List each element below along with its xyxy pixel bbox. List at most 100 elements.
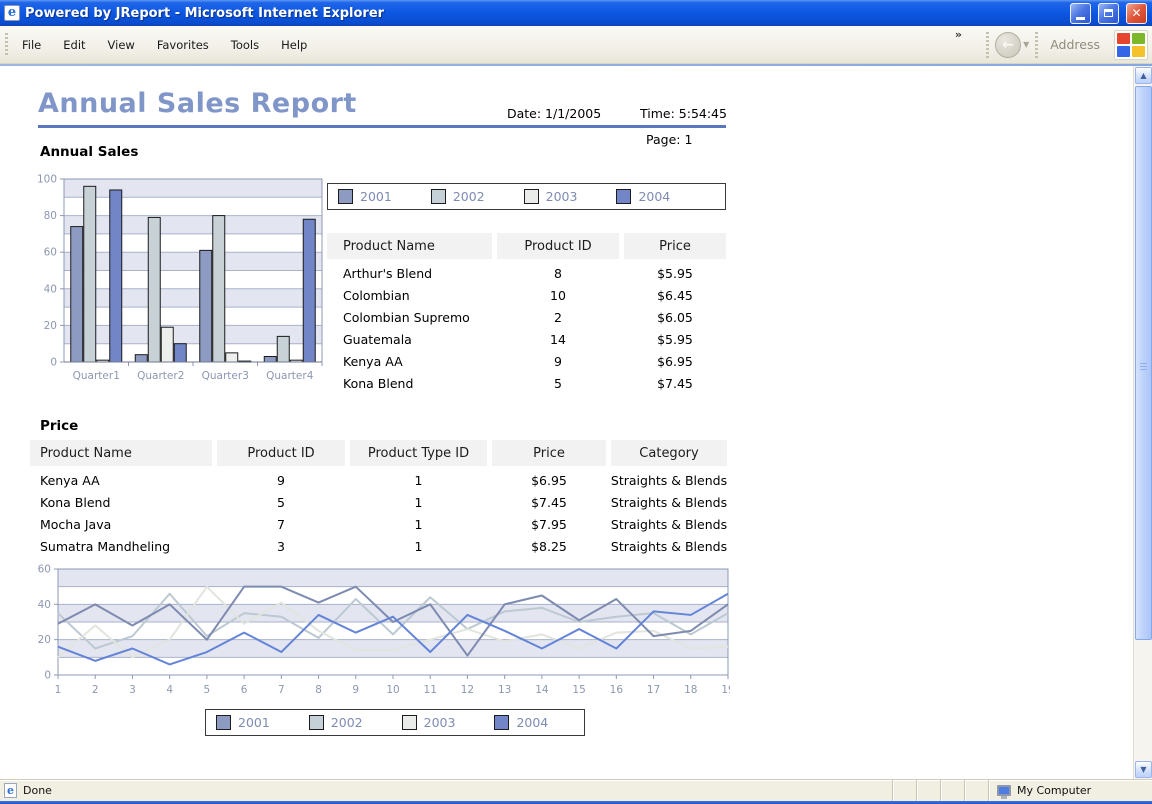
svg-text:40: 40 bbox=[44, 283, 57, 295]
scrollbar-thumb[interactable] bbox=[1135, 86, 1152, 640]
toolbar-separator bbox=[1035, 32, 1038, 58]
security-zone: My Computer bbox=[989, 780, 1152, 801]
svg-text:13: 13 bbox=[498, 684, 511, 696]
table-row: Sumatra Mandheling31$8.25Straights & Ble… bbox=[30, 535, 727, 557]
table-cell: $5.95 bbox=[624, 266, 726, 281]
legend-item-2002: 2002 bbox=[309, 715, 363, 730]
column-header: Product ID bbox=[497, 233, 619, 259]
svg-text:Quarter3: Quarter3 bbox=[202, 370, 249, 382]
svg-text:18: 18 bbox=[684, 684, 697, 696]
svg-text:7: 7 bbox=[278, 684, 285, 696]
svg-text:10: 10 bbox=[386, 684, 399, 696]
title-rule bbox=[38, 125, 726, 128]
menu-item-tools[interactable]: Tools bbox=[223, 34, 267, 56]
svg-text:40: 40 bbox=[38, 599, 51, 611]
zone-text: My Computer bbox=[1017, 784, 1091, 797]
table-cell: 7 bbox=[217, 517, 345, 532]
svg-text:15: 15 bbox=[572, 684, 585, 696]
legend-label: 2002 bbox=[453, 189, 485, 204]
table-cell: 5 bbox=[217, 495, 345, 510]
back-button[interactable]: ← bbox=[995, 32, 1021, 58]
legend-label: 2002 bbox=[331, 715, 363, 730]
vertical-scrollbar[interactable]: ▲ ▼ bbox=[1133, 66, 1152, 779]
table-cell: Sumatra Mandheling bbox=[30, 539, 212, 554]
report-page-number: Page: 1 bbox=[646, 132, 692, 147]
legend-swatch bbox=[216, 715, 231, 730]
table-cell: 8 bbox=[497, 266, 619, 281]
status-pane bbox=[941, 780, 964, 801]
menu-bar: File Edit View Favorites Tools Help » ← ▼ Add… bbox=[0, 26, 1152, 64]
table-cell: $5.95 bbox=[624, 332, 726, 347]
svg-text:Quarter1: Quarter1 bbox=[73, 370, 120, 382]
legend-swatch bbox=[402, 715, 417, 730]
table-cell: 9 bbox=[497, 354, 619, 369]
svg-text:100: 100 bbox=[37, 174, 57, 186]
table-cell: Mocha Java bbox=[30, 517, 212, 532]
table-cell: 10 bbox=[497, 288, 619, 303]
ie-app-icon: e bbox=[4, 5, 20, 21]
toolbar-overflow-chevron[interactable]: » bbox=[955, 28, 962, 41]
legend-label: 2001 bbox=[238, 715, 270, 730]
report-title: Annual Sales Report bbox=[38, 88, 357, 119]
table-cell: Straights & Blends bbox=[611, 539, 727, 554]
table-cell: Kona Blend bbox=[327, 376, 492, 391]
title-bar: e Powered by JReport - Microsoft Interne… bbox=[0, 0, 1152, 26]
legend-item-2002: 2002 bbox=[431, 189, 485, 204]
table-row: Arthur's Blend 8 $5.95 bbox=[327, 262, 726, 284]
menu-item-file[interactable]: File bbox=[14, 34, 49, 56]
legend-swatch bbox=[616, 189, 631, 204]
table-cell: Arthur's Blend bbox=[327, 266, 492, 281]
table-cell: 1 bbox=[350, 517, 487, 532]
legend-label: 2004 bbox=[516, 715, 548, 730]
table-cell: Straights & Blends bbox=[611, 495, 727, 510]
back-dropdown-caret[interactable]: ▼ bbox=[1023, 40, 1029, 49]
legend-item-2001: 2001 bbox=[216, 715, 270, 730]
table-cell: Kenya AA bbox=[30, 473, 212, 488]
table-row: Colombian Supremo2$6.05 bbox=[327, 306, 726, 328]
my-computer-icon bbox=[997, 785, 1011, 796]
table-row: Kenya AA91$6.95Straights & Blends bbox=[30, 469, 727, 491]
legend-label: 2004 bbox=[638, 189, 670, 204]
table-cell: $7.95 bbox=[492, 517, 606, 532]
price-table: Product NameProduct IDProduct Type IDPri… bbox=[30, 440, 727, 557]
report-page: Annual Sales Report Date: 1/1/2005 Time:… bbox=[0, 66, 1133, 779]
column-header: Price bbox=[492, 440, 606, 466]
restore-button[interactable] bbox=[1098, 3, 1119, 24]
svg-text:12: 12 bbox=[461, 684, 474, 696]
annual-sales-report: Annual Sales Report Date: 1/1/2005 Time:… bbox=[0, 66, 740, 779]
menu-item-view[interactable]: View bbox=[100, 34, 143, 56]
close-button[interactable]: ✕ bbox=[1126, 3, 1147, 24]
toolbar-grip[interactable] bbox=[5, 33, 8, 57]
table-cell: 2 bbox=[497, 310, 619, 325]
legend-swatch bbox=[524, 189, 539, 204]
table-row: Colombian10$6.45 bbox=[327, 284, 726, 306]
table-cell: Colombian bbox=[327, 288, 492, 303]
svg-text:3: 3 bbox=[129, 684, 136, 696]
svg-text:60: 60 bbox=[44, 247, 57, 259]
legend-label: 2001 bbox=[360, 189, 392, 204]
table-cell: Straights & Blends bbox=[611, 473, 727, 488]
table-cell: 1 bbox=[350, 473, 487, 488]
minimize-button[interactable] bbox=[1070, 3, 1091, 24]
page-done-icon: e bbox=[4, 783, 17, 798]
table-cell: Kenya AA bbox=[327, 354, 492, 369]
table-cell: 3 bbox=[217, 539, 345, 554]
table-row: Mocha Java71$7.95Straights & Blends bbox=[30, 513, 727, 535]
address-label: Address bbox=[1050, 37, 1100, 52]
svg-text:5: 5 bbox=[204, 684, 211, 696]
table-cell: 1 bbox=[350, 539, 487, 554]
table-row: Kona Blend51$7.45Straights & Blends bbox=[30, 491, 727, 513]
column-header: Price bbox=[624, 233, 726, 259]
legend-item-2003: 2003 bbox=[524, 189, 578, 204]
bar-chart: 020406080100Quarter1Quarter2Quarter3Quar… bbox=[34, 170, 326, 396]
scroll-up-arrow-icon[interactable]: ▲ bbox=[1135, 67, 1152, 84]
line-chart: 020406012345678910111213141516171819 bbox=[28, 562, 730, 704]
table-cell: $6.95 bbox=[492, 473, 606, 488]
svg-text:Quarter4: Quarter4 bbox=[266, 370, 314, 382]
menu-item-favorites[interactable]: Favorites bbox=[149, 34, 217, 56]
scroll-down-arrow-icon[interactable]: ▼ bbox=[1135, 761, 1152, 778]
menu-item-help[interactable]: Help bbox=[273, 34, 315, 56]
menu-item-edit[interactable]: Edit bbox=[55, 34, 93, 56]
section-price: Price bbox=[40, 418, 78, 434]
column-header: Product ID bbox=[217, 440, 345, 466]
